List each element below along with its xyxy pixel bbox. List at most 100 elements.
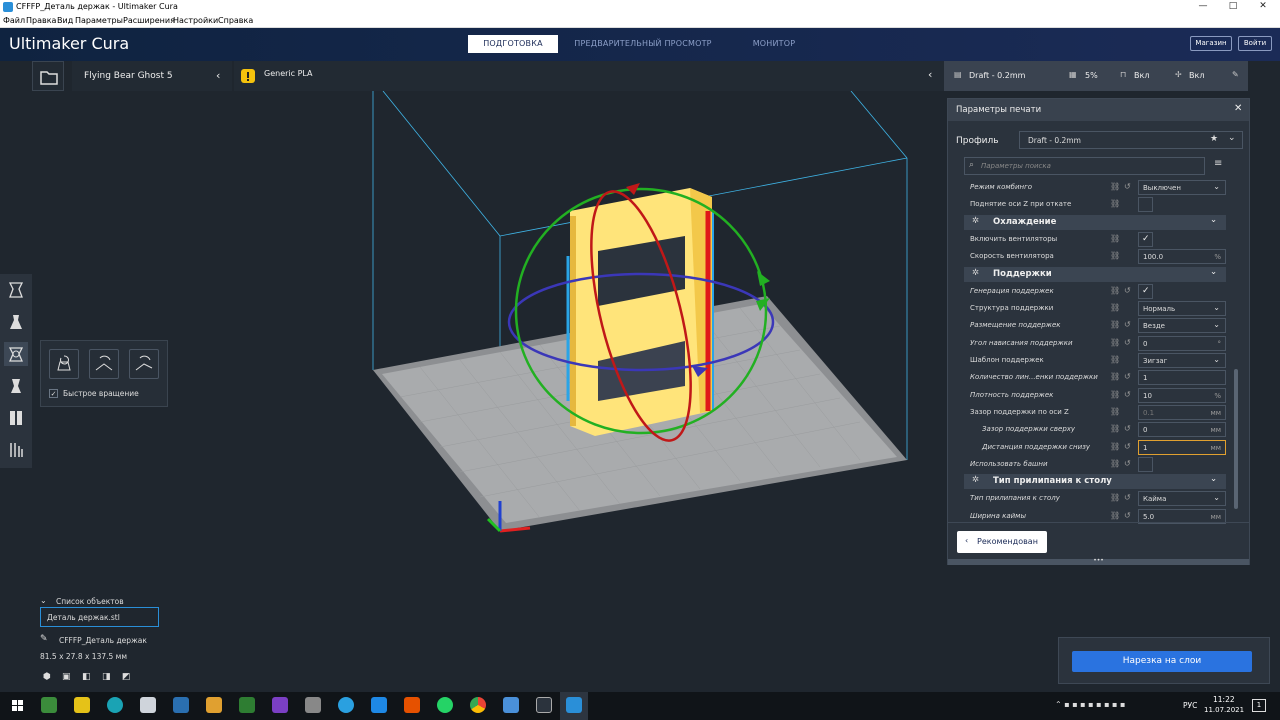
- windows-start-icon[interactable]: [12, 700, 24, 712]
- aircraft-app-icon[interactable]: [305, 697, 321, 713]
- pencil-icon[interactable]: ✎: [40, 634, 48, 644]
- setting-dropdown[interactable]: Кайма ⌄: [1138, 491, 1226, 507]
- settings-category[interactable]: ✲ Поддержки ⌄: [964, 266, 1226, 282]
- setting-input[interactable]: 0.1 мм: [1138, 404, 1226, 420]
- move-tool[interactable]: [4, 278, 28, 302]
- panel-resize-handle[interactable]: •••: [948, 558, 1249, 565]
- reset-icon[interactable]: ↺: [1124, 442, 1131, 451]
- ultimaker-app-icon[interactable]: [404, 697, 420, 713]
- cura-taskbar-button[interactable]: [560, 692, 588, 720]
- setting-input[interactable]: 1: [1138, 370, 1226, 386]
- settings-category[interactable]: ✲ Тип прилипания к столу ⌄: [964, 474, 1226, 490]
- menu-edit[interactable]: Правка: [26, 16, 56, 25]
- recommended-button[interactable]: ‹ Рекомендован: [957, 531, 1047, 553]
- reset-icon[interactable]: ↺: [1124, 459, 1131, 468]
- reset-icon[interactable]: ↺: [1124, 182, 1131, 191]
- reset-icon[interactable]: ↺: [1124, 390, 1131, 399]
- setting-input[interactable]: 100.0%: [1138, 249, 1226, 265]
- reset-icon[interactable]: ↺: [1124, 286, 1131, 295]
- setting-dropdown[interactable]: Нормаль ⌄: [1138, 301, 1226, 317]
- object-list-item[interactable]: Деталь держак.stl: [40, 607, 159, 627]
- maximize-button[interactable]: □: [1218, 0, 1248, 14]
- print-profile-bar[interactable]: ▤ Draft - 0.2mm ▦ 5% ⊓ Вкл ✢ Вкл ✎: [944, 61, 1248, 91]
- setting-dropdown[interactable]: Зигзаг ⌄: [1138, 353, 1226, 368]
- window-app-icon[interactable]: [536, 697, 552, 713]
- menu-file[interactable]: Файл: [3, 16, 25, 25]
- tab-prepare[interactable]: ПОДГОТОВКА: [468, 35, 558, 53]
- setting-checkbox[interactable]: ✓: [1138, 231, 1153, 247]
- setting-checkbox[interactable]: [1138, 456, 1153, 472]
- setting-input[interactable]: 1 мм: [1138, 439, 1226, 455]
- close-icon[interactable]: ✕: [1234, 103, 1242, 114]
- clock-time[interactable]: 11:22: [1213, 695, 1235, 704]
- login-button[interactable]: Войти: [1238, 36, 1272, 51]
- reset-icon[interactable]: ↺: [1124, 338, 1131, 347]
- support-blocker-tool[interactable]: [4, 438, 28, 462]
- reset-icon[interactable]: ↺: [1124, 320, 1131, 329]
- reset-icon[interactable]: ↺: [1124, 493, 1131, 502]
- notifications-icon[interactable]: 1: [1252, 699, 1266, 712]
- menu-help[interactable]: Справка: [218, 16, 253, 25]
- menu-view[interactable]: Вид: [57, 16, 73, 25]
- object-list-heading[interactable]: Список объектов: [56, 597, 124, 606]
- monitor-app-icon[interactable]: [173, 697, 189, 713]
- board-app-icon[interactable]: [239, 697, 255, 713]
- snap-rotation-checkbox[interactable]: ✓: [49, 389, 58, 398]
- view-left-icon[interactable]: ◨: [102, 672, 111, 682]
- virtualbox-app-icon[interactable]: [503, 697, 519, 713]
- chevron-down-icon[interactable]: ⌄: [40, 596, 47, 605]
- sublime-app-icon[interactable]: [206, 697, 222, 713]
- star-icon[interactable]: ★: [1210, 134, 1218, 144]
- arduino-app-icon[interactable]: [107, 697, 123, 713]
- view-right-icon[interactable]: ◩: [122, 672, 131, 682]
- tab-preview[interactable]: ПРЕДВАРИТЕЛЬНЫЙ ПРОСМОТР: [568, 35, 718, 53]
- store-button[interactable]: Магазин: [1190, 36, 1232, 51]
- slice-button[interactable]: Нарезка на слои: [1072, 651, 1252, 672]
- settings-category[interactable]: ✲ Охлаждение ⌄: [964, 214, 1226, 230]
- menu-extensions[interactable]: Расширения: [123, 16, 175, 25]
- telegram-app-icon[interactable]: [338, 697, 354, 713]
- language-indicator[interactable]: РУС: [1183, 701, 1197, 710]
- setting-checkbox[interactable]: [1138, 197, 1153, 213]
- reset-rotation-button[interactable]: [49, 349, 79, 379]
- clock-date[interactable]: 11.07.2021: [1204, 706, 1244, 714]
- notepad-app-icon[interactable]: [41, 697, 57, 713]
- chat-app-icon[interactable]: [371, 697, 387, 713]
- setting-checkbox[interactable]: ✓: [1138, 283, 1153, 299]
- paint-app-icon[interactable]: [140, 697, 156, 713]
- scale-tool[interactable]: [4, 310, 28, 334]
- per-model-settings-tool[interactable]: [4, 406, 28, 430]
- reset-icon[interactable]: ↺: [1124, 372, 1131, 381]
- setting-input[interactable]: 10%: [1138, 387, 1226, 403]
- view-front-icon[interactable]: ▣: [62, 672, 71, 682]
- minimize-button[interactable]: —: [1188, 0, 1218, 14]
- chrome-app-icon[interactable]: [470, 697, 486, 713]
- select-face-button[interactable]: [129, 349, 159, 379]
- mirror-tool[interactable]: [4, 374, 28, 398]
- view-3d-icon[interactable]: ⬢: [43, 672, 51, 682]
- whatsapp-app-icon[interactable]: [437, 697, 453, 713]
- vpn-app-icon[interactable]: [272, 697, 288, 713]
- reset-icon[interactable]: ↺: [1124, 424, 1131, 433]
- setting-dropdown[interactable]: Везде ⌄: [1138, 318, 1226, 334]
- close-button[interactable]: ✕: [1248, 0, 1278, 14]
- view-top-icon[interactable]: ◧: [82, 672, 91, 682]
- settings-search-input[interactable]: ⌕ Параметры поиска: [964, 157, 1205, 175]
- explorer-app-icon[interactable]: [74, 697, 90, 713]
- tab-monitor[interactable]: МОНИТОР: [735, 35, 813, 53]
- settings-scrollbar[interactable]: [1234, 369, 1238, 509]
- setting-dropdown[interactable]: Выключен ⌄: [1138, 180, 1226, 195]
- setting-input[interactable]: 0 мм: [1138, 422, 1226, 438]
- setting-input[interactable]: 0 °: [1138, 335, 1226, 351]
- reset-icon[interactable]: ↺: [1124, 511, 1131, 520]
- rotate-tool[interactable]: [4, 342, 28, 366]
- menu-preferences[interactable]: Настройки: [173, 16, 218, 25]
- material-selector[interactable]: Generic PLA ‹: [234, 61, 944, 91]
- printer-selector[interactable]: Flying Bear Ghost 5 ‹: [72, 61, 232, 91]
- settings-menu-icon[interactable]: ≡: [1214, 158, 1222, 169]
- open-file-button[interactable]: [32, 61, 64, 91]
- lay-flat-button[interactable]: [89, 349, 119, 379]
- profile-dropdown[interactable]: Draft - 0.2mm ★ ⌄: [1019, 131, 1243, 149]
- tray-icons[interactable]: ⌃ ▪ ▪ ▪ ▪ ▪ ▪ ▪ ▪: [1055, 700, 1125, 709]
- menu-settings[interactable]: Параметры: [75, 16, 123, 25]
